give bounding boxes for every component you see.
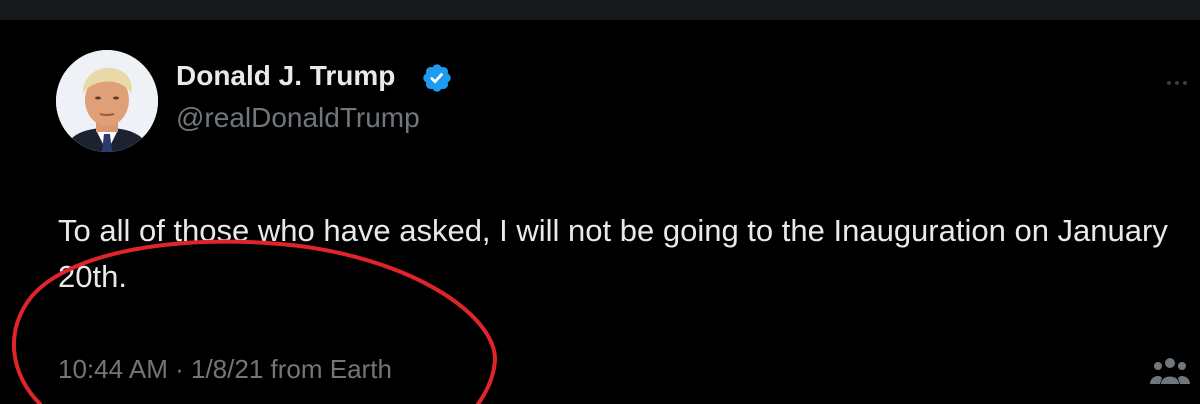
community-notes-icon[interactable] [1150, 354, 1190, 386]
author-display-name[interactable]: Donald J. Trump [176, 60, 395, 92]
more-options-icon[interactable] [1166, 72, 1188, 94]
verified-badge-icon [423, 64, 451, 92]
tweet-text: To all of those who have asked, I will n… [58, 213, 1168, 294]
top-bar [0, 0, 1200, 20]
meta-separator: · [175, 354, 184, 384]
tweet-date[interactable]: 1/8/21 [191, 354, 263, 384]
tweet-metadata: 10:44 AM · 1/8/21 from Earth [58, 354, 392, 385]
tweet-time[interactable]: 10:44 AM [58, 354, 168, 384]
avatar[interactable] [56, 50, 158, 152]
tweet-source: from Earth [270, 354, 392, 384]
author-handle[interactable]: @realDonaldTrump [176, 102, 420, 134]
